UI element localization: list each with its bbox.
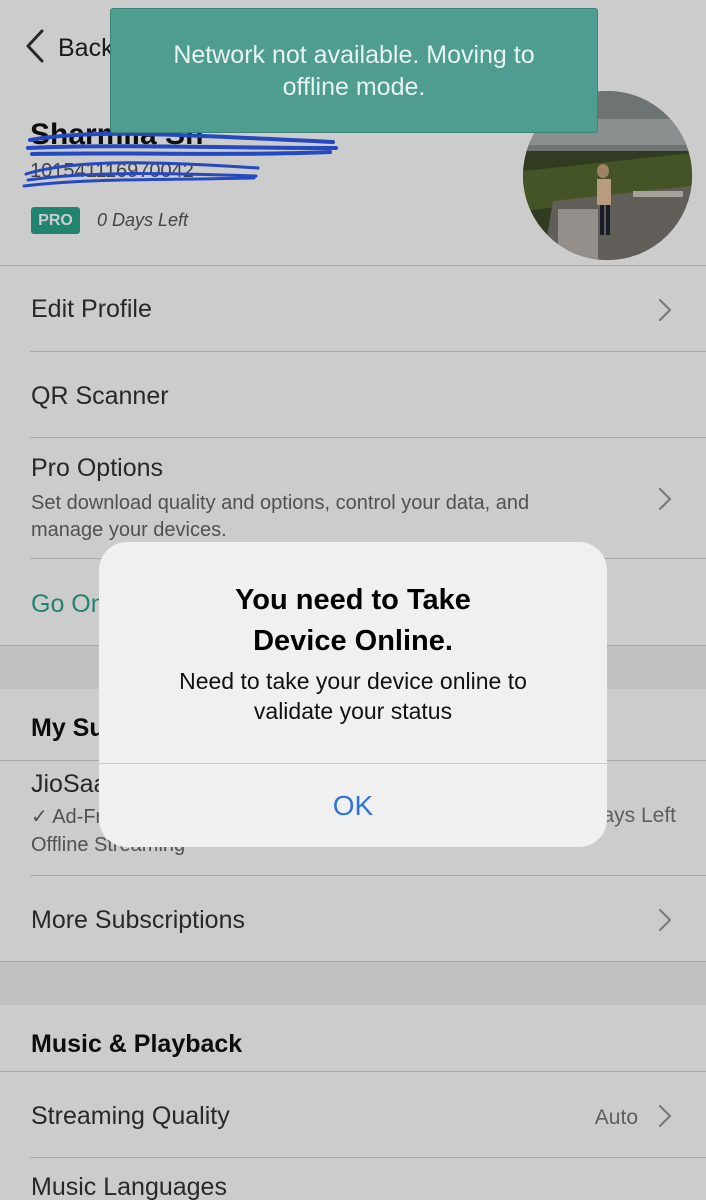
ok-button[interactable]: OK xyxy=(99,764,607,847)
dialog-message: Need to take your device online to valid… xyxy=(139,666,567,726)
offline-toast: Network not available. Moving to offline… xyxy=(110,8,598,133)
toast-message: Network not available. Moving to offline… xyxy=(173,40,535,101)
dialog-message-line-2: validate your status xyxy=(253,698,453,724)
alert-dialog: You need to Take Device Online. Need to … xyxy=(99,542,607,847)
dialog-title-line-1: You need to Take xyxy=(235,584,471,616)
dialog-title-line-2: Device Online. xyxy=(253,625,453,657)
dialog-title: You need to Take Device Online. xyxy=(159,580,547,662)
dialog-message-line-1: Need to take your device online to xyxy=(179,668,527,694)
